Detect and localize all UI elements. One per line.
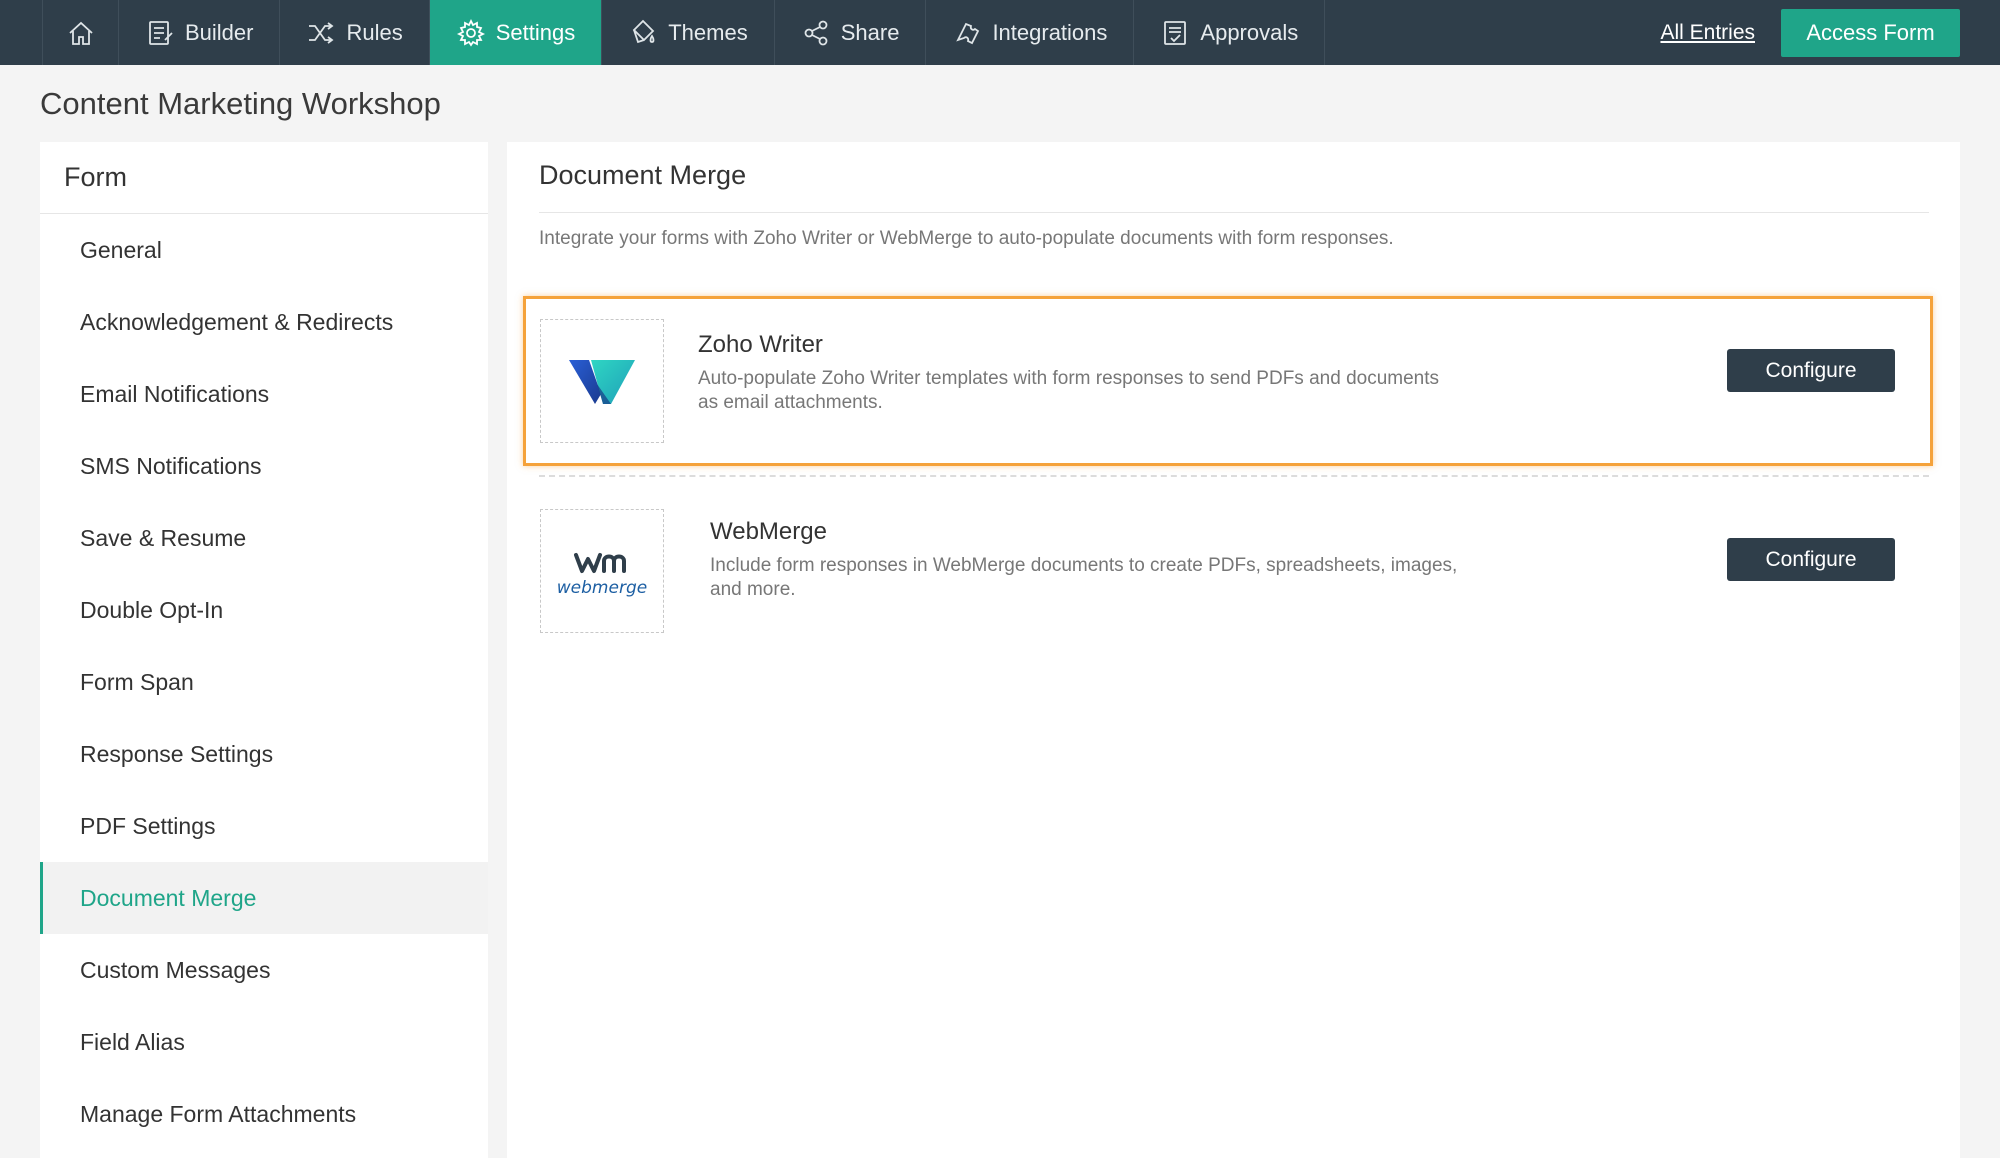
card-separator xyxy=(539,475,1929,477)
page-title: Content Marketing Workshop xyxy=(40,86,441,121)
nav-settings[interactable]: Settings xyxy=(428,0,602,65)
integration-card-zoho-writer: Zoho Writer Auto-populate Zoho Writer te… xyxy=(523,296,1933,466)
sidebar-item-form-span[interactable]: Form Span xyxy=(40,646,488,718)
nav-tabs: Builder Rules Settings Themes Share Inte… xyxy=(42,0,1326,65)
share-icon xyxy=(801,18,831,48)
panel-title: Document Merge xyxy=(539,160,747,190)
top-nav-bar: Builder Rules Settings Themes Share Inte… xyxy=(0,0,2000,65)
sidebar-item-manage-form-attachments[interactable]: Manage Form Attachments xyxy=(40,1078,488,1150)
puzzle-icon xyxy=(952,18,982,48)
nav-themes[interactable]: Themes xyxy=(601,0,773,65)
sidebar-item-general[interactable]: General xyxy=(40,214,488,286)
sidebar-item-field-alias[interactable]: Field Alias xyxy=(40,1006,488,1078)
nav-integrations[interactable]: Integrations xyxy=(925,0,1133,65)
nav-themes-label: Themes xyxy=(668,19,748,45)
nav-approvals-label: Approvals xyxy=(1200,19,1299,45)
sidebar-item-save-resume[interactable]: Save & Resume xyxy=(40,502,488,574)
nav-builder[interactable]: Builder xyxy=(118,0,279,65)
title-divider xyxy=(539,212,1929,213)
panel-description: Integrate your forms with Zoho Writer or… xyxy=(539,228,1394,249)
home-icon xyxy=(66,18,96,48)
nav-rules-label: Rules xyxy=(346,19,403,45)
integration-name: WebMerge xyxy=(710,518,827,545)
nav-approvals[interactable]: Approvals xyxy=(1133,0,1326,65)
sidebar-item-double-opt-in[interactable]: Double Opt-In xyxy=(40,574,488,646)
sidebar-heading: Form xyxy=(40,142,488,214)
integration-name: Zoho Writer xyxy=(698,331,823,358)
webmerge-wordmark: webmerge xyxy=(557,578,647,598)
nav-rules[interactable]: Rules xyxy=(279,0,428,65)
shuffle-icon xyxy=(306,18,336,48)
zoho-writer-logo xyxy=(540,319,664,443)
gear-icon xyxy=(456,18,486,48)
nav-actions: All Entries Access Form xyxy=(1660,0,1960,65)
integration-description: Auto-populate Zoho Writer templates with… xyxy=(698,368,1440,413)
sidebar-item-sms-notifications[interactable]: SMS Notifications xyxy=(40,430,488,502)
sidebar-item-acknowledgement-redirects[interactable]: Acknowledgement & Redirects xyxy=(40,286,488,358)
nav-builder-label: Builder xyxy=(185,19,254,45)
webmerge-wm-icon: webmerge xyxy=(557,553,647,598)
sidebar-item-pdf-settings[interactable]: PDF Settings xyxy=(40,790,488,862)
nav-settings-label: Settings xyxy=(495,19,576,45)
sidebar-item-document-merge[interactable]: Document Merge xyxy=(40,862,488,934)
nav-integrations-label: Integrations xyxy=(992,19,1108,45)
nav-share[interactable]: Share xyxy=(773,0,926,65)
document-merge-panel: Document Merge Integrate your forms with… xyxy=(507,142,1960,1158)
zoho-writer-w-icon xyxy=(569,360,635,404)
nav-share-label: Share xyxy=(840,19,900,45)
sidebar-item-custom-messages[interactable]: Custom Messages xyxy=(40,934,488,1006)
settings-sidebar: Form General Acknowledgement & Redirects… xyxy=(40,142,488,1158)
nav-home[interactable] xyxy=(42,0,118,65)
paint-bucket-icon xyxy=(628,18,658,48)
sidebar-item-response-settings[interactable]: Response Settings xyxy=(40,718,488,790)
approval-doc-icon xyxy=(1160,18,1190,48)
zoho-writer-configure-button[interactable]: Configure xyxy=(1727,349,1895,392)
all-entries-link[interactable]: All Entries xyxy=(1660,21,1755,45)
access-form-button[interactable]: Access Form xyxy=(1781,8,1960,57)
webmerge-logo: webmerge xyxy=(540,509,664,633)
sidebar-item-email-notifications[interactable]: Email Notifications xyxy=(40,358,488,430)
webmerge-configure-button[interactable]: Configure xyxy=(1727,538,1895,581)
builder-icon xyxy=(145,18,175,48)
integration-description: Include form responses in WebMerge docum… xyxy=(710,555,1458,600)
integration-card-webmerge: webmerge WebMerge Include form responses… xyxy=(523,482,1933,652)
